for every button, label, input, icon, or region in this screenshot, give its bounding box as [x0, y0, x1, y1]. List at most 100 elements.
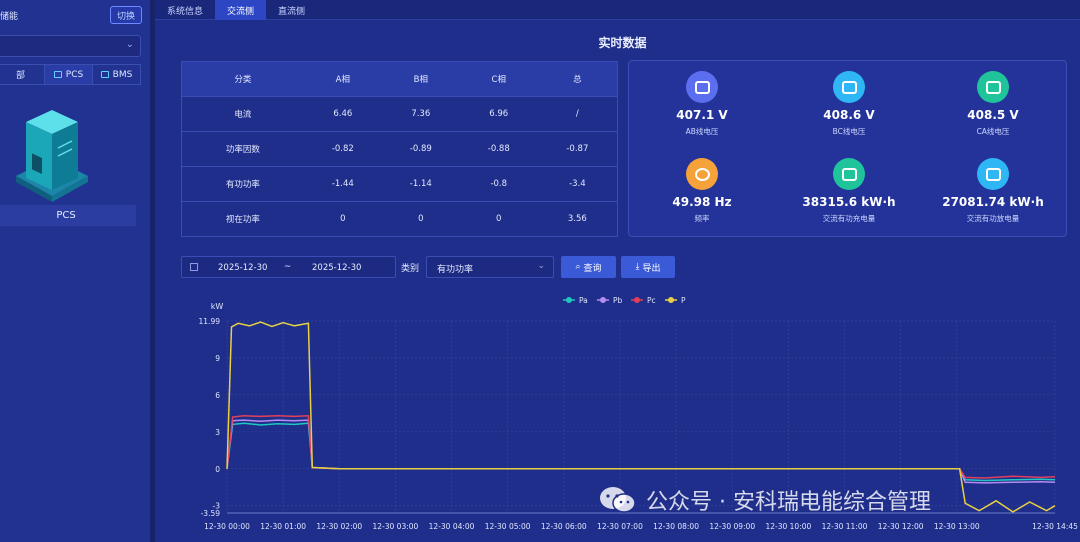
tab-all[interactable]: 部	[0, 65, 45, 84]
table-row: 视在功率 0 0 0 3.56	[181, 201, 618, 237]
y-tick-label: 6	[215, 391, 220, 400]
gauge-icon	[833, 71, 865, 103]
table-cell: -3.4	[537, 166, 618, 202]
table-cell: -1.14	[381, 166, 460, 202]
category-value: 有功功率	[437, 265, 474, 275]
start-date[interactable]: 2025-12-30	[218, 263, 267, 273]
tab-system-info[interactable]: 系统信息	[155, 0, 215, 20]
table-cell: -1.44	[303, 166, 382, 202]
x-tick-label: 12-30 08:00	[653, 522, 699, 531]
metric-frequency: 49.98 Hz 频率	[637, 158, 767, 224]
export-label: 导出	[642, 263, 661, 274]
y-axis-label: kW	[211, 302, 224, 311]
metric-ab-voltage: 407.1 V AB线电压	[637, 71, 767, 137]
x-tick-label: 12-30 07:00	[597, 522, 643, 531]
realtime-table: 分类 A相 B相 C相 总 电流 6.46 7.36 6.96 / 功率因数 -…	[181, 61, 618, 237]
watermark: 公众号 · 安科瑞电能综合管理	[598, 480, 1068, 520]
metric-label: AB线电压	[685, 127, 719, 136]
tab-bms-label: BMS	[112, 69, 133, 80]
y-tick-label: 0	[215, 465, 220, 474]
legend-label-Pc: Pc	[647, 296, 656, 305]
metrics-panel: 407.1 V AB线电压 408.6 V BC线电压 408.5 V CA线电…	[628, 60, 1067, 237]
pcs-cabinet-icon[interactable]	[12, 108, 92, 202]
x-tick-label: 12-30 02:00	[316, 522, 362, 531]
main-content: 系统信息 交流侧 直流侧 实时数据 分类 A相 B相 C相 总 电流 6.46 …	[155, 0, 1080, 542]
metric-value: 407.1 V	[676, 108, 728, 122]
metric-label: 交流有功放电量	[966, 214, 1020, 223]
x-tick-label: 12-30 03:00	[373, 522, 419, 531]
table-cell: 电流	[181, 96, 304, 132]
tab-dc-side[interactable]: 直流侧	[266, 0, 317, 20]
date-range-picker[interactable]: 2025-12-30 ~ 2025-12-30	[181, 256, 396, 278]
left-panel: 储能 切换 ⌄ 部 PCS BMS PCS	[0, 0, 150, 542]
metric-value: 38315.6 kW·h	[802, 195, 896, 209]
top-tabs: 系统信息 交流侧 直流侧	[155, 0, 1080, 20]
table-cell: 视在功率	[181, 201, 304, 237]
legend-marker-Pa	[566, 297, 572, 303]
table-cell: 0	[381, 201, 460, 237]
watermark-text: 公众号 · 安科瑞电能综合管理	[646, 490, 931, 515]
legend-label-Pa: Pa	[579, 296, 588, 305]
query-label: 查询	[583, 263, 602, 274]
wechat-icon	[600, 487, 636, 513]
x-tick-label: 12-30 06:00	[541, 522, 587, 531]
table-cell: 6.46	[303, 96, 382, 132]
legend-marker-Pb	[600, 297, 606, 303]
x-tick-label: 12-30 10:00	[765, 522, 811, 531]
tab-bms[interactable]: BMS	[93, 65, 140, 84]
table-cell: 6.96	[459, 96, 538, 132]
end-date[interactable]: 2025-12-30	[312, 263, 361, 273]
x-tick-label: 12-30 11:00	[822, 522, 868, 531]
tab-pcs-label: PCS	[65, 69, 84, 80]
col-header: C相	[459, 61, 538, 97]
date-separator: ~	[284, 262, 292, 272]
x-tick-label: 12-30 13:00	[934, 522, 980, 531]
metric-ca-voltage: 408.5 V CA线电压	[928, 71, 1058, 137]
metric-value: 49.98 Hz	[672, 195, 732, 209]
legend-marker-P	[668, 297, 674, 303]
table-cell: -0.88	[459, 131, 538, 167]
metric-discharge-energy: 27081.74 kW·h 交流有功放电量	[928, 158, 1058, 224]
metric-label: 频率	[694, 214, 710, 223]
metric-bc-voltage: 408.6 V BC线电压	[784, 71, 914, 137]
y-tick-label: -3.59	[201, 509, 221, 518]
table-cell: 0	[303, 201, 382, 237]
device-select[interactable]: ⌄	[0, 35, 141, 57]
table-cell: -0.8	[459, 166, 538, 202]
x-tick-label: 12-30 04:00	[429, 522, 475, 531]
monitor-icon	[100, 71, 109, 78]
col-header: B相	[381, 61, 460, 97]
device-item-pcs[interactable]: PCS	[0, 205, 136, 226]
tab-ac-side[interactable]: 交流侧	[215, 0, 267, 20]
table-cell: -0.82	[303, 131, 382, 167]
device-type-tabs: 部 PCS BMS	[0, 64, 141, 85]
query-button[interactable]: ⌕ 查询	[561, 256, 616, 278]
metric-value: 408.6 V	[823, 108, 875, 122]
export-button[interactable]: ⤓ 导出	[621, 256, 675, 278]
x-tick-label: 12-30 09:00	[709, 522, 755, 531]
metric-value: 27081.74 kW·h	[942, 195, 1044, 209]
chevron-down-icon: ⌄	[537, 261, 545, 271]
category-label: 类别	[401, 264, 420, 274]
y-tick-label: 3	[215, 428, 220, 437]
download-icon: ⤓	[635, 262, 640, 272]
category-select[interactable]: 有功功率 ⌄	[426, 256, 554, 278]
y-tick-label: 11.99	[199, 317, 221, 326]
tab-all-label: 部	[15, 71, 25, 81]
metric-label: BC线电压	[832, 127, 866, 136]
x-tick-label: 12-30 05:00	[485, 522, 531, 531]
section-title: 实时数据	[598, 36, 647, 50]
panel-title: 储能	[0, 12, 19, 22]
table-cell: 功率因数	[181, 131, 304, 167]
tab-pcs[interactable]: PCS	[45, 65, 93, 84]
battery-charge-icon	[833, 158, 865, 190]
metric-label: 交流有功充电量	[822, 214, 876, 223]
gauge-icon	[977, 71, 1009, 103]
x-tick-label: 12-30 01:00	[260, 522, 306, 531]
table-cell: 3.56	[537, 201, 618, 237]
search-icon: ⌕	[575, 262, 581, 272]
table-cell: /	[537, 96, 618, 132]
metric-value: 408.5 V	[967, 108, 1019, 122]
y-tick-label: 9	[215, 354, 220, 363]
switch-button[interactable]: 切换	[110, 6, 142, 24]
